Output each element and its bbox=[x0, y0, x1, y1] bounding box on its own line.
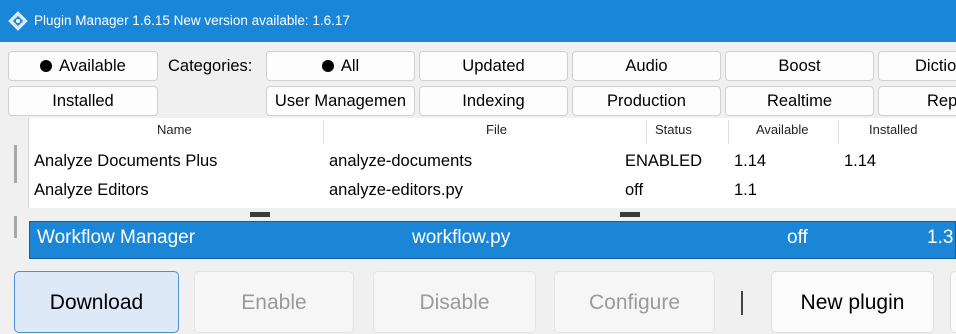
row-available: 1.14 bbox=[734, 152, 767, 170]
new-plugin-button[interactable]: New plugin bbox=[771, 271, 934, 333]
installed-radio[interactable]: Installed bbox=[8, 86, 158, 116]
row-status: ENABLED bbox=[625, 152, 703, 170]
row-name: Analyze Documents Plus bbox=[34, 152, 218, 170]
category-updated[interactable]: Updated bbox=[419, 51, 568, 81]
download-button[interactable]: Download bbox=[14, 271, 179, 333]
category-realtime[interactable]: Realtime bbox=[725, 86, 874, 116]
category-all[interactable]: All bbox=[266, 51, 415, 81]
list-scroll-marker bbox=[14, 216, 17, 238]
category-all-label: All bbox=[340, 57, 360, 75]
table-row[interactable]: Analyze Editors analyze-editors.py off 1… bbox=[29, 177, 956, 205]
category-reporting[interactable]: Rep bbox=[878, 86, 956, 116]
toolbar-separator bbox=[741, 291, 743, 315]
row-available: 1.1 bbox=[734, 181, 757, 199]
selected-row-file: workflow.py bbox=[412, 227, 511, 248]
plugin-manager-app-icon bbox=[8, 11, 28, 31]
category-production[interactable]: Production bbox=[572, 86, 721, 116]
column-divider bbox=[323, 120, 324, 144]
window-title: Plugin Manager 1.6.15 New version availa… bbox=[34, 13, 350, 28]
disable-button[interactable]: Disable bbox=[373, 271, 536, 333]
configure-button[interactable]: Configure bbox=[554, 271, 715, 333]
enable-button[interactable]: Enable bbox=[194, 271, 354, 333]
column-header-file[interactable]: File bbox=[486, 122, 507, 137]
categories-label: Categories: bbox=[168, 57, 253, 75]
radio-selected-dot bbox=[40, 60, 53, 72]
clipped-row-fragment bbox=[250, 212, 270, 217]
clipped-row-fragment bbox=[620, 212, 640, 217]
column-divider bbox=[646, 120, 647, 144]
category-boost[interactable]: Boost bbox=[725, 51, 874, 81]
plugin-table: Name File Status Available Installed Ana… bbox=[28, 118, 956, 208]
category-audio[interactable]: Audio bbox=[572, 51, 721, 81]
category-indexing[interactable]: Indexing bbox=[419, 86, 568, 116]
next-button-fragment[interactable] bbox=[950, 271, 956, 333]
column-header-name[interactable]: Name bbox=[157, 122, 192, 137]
selected-row-status: off bbox=[787, 227, 808, 248]
row-file: analyze-editors.py bbox=[329, 181, 463, 199]
title-bar: Plugin Manager 1.6.15 New version availa… bbox=[0, 0, 956, 42]
row-status: off bbox=[625, 181, 644, 199]
column-header-installed[interactable]: Installed bbox=[869, 122, 917, 137]
selected-row-available: 1.3 bbox=[927, 227, 954, 248]
category-dictionary[interactable]: Dictio bbox=[878, 51, 956, 81]
row-file: analyze-documents bbox=[329, 152, 473, 170]
table-row[interactable]: Analyze Documents Plus analyze-documents… bbox=[29, 148, 956, 176]
selected-table-row[interactable]: Workflow Manager workflow.py off 1.3 bbox=[29, 221, 956, 259]
list-scroll-marker bbox=[14, 145, 17, 183]
available-label: Available bbox=[59, 57, 126, 75]
column-divider bbox=[728, 120, 729, 144]
column-header-available[interactable]: Available bbox=[756, 122, 809, 137]
row-name: Analyze Editors bbox=[34, 181, 149, 199]
column-header-status[interactable]: Status bbox=[655, 122, 692, 137]
column-divider bbox=[838, 120, 839, 144]
radio-selected-dot bbox=[321, 60, 334, 72]
category-user-management[interactable]: User Managemen bbox=[266, 86, 415, 116]
selected-row-name: Workflow Manager bbox=[37, 227, 196, 248]
available-radio[interactable]: Available bbox=[8, 51, 158, 81]
row-installed: 1.14 bbox=[844, 152, 877, 170]
